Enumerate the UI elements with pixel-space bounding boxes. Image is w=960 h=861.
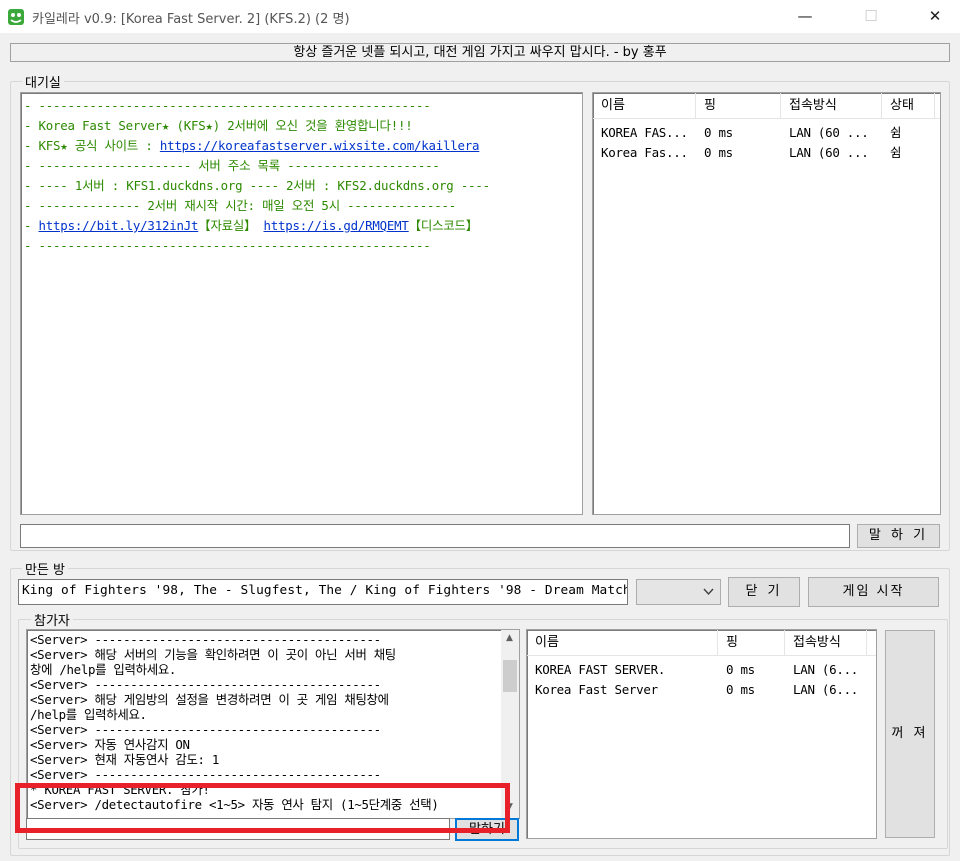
message-link[interactable]: https://is.gd/RMQEMT [264, 218, 409, 233]
close-window-button[interactable]: ✕ [912, 0, 958, 33]
lobby-label: 대기실 [22, 72, 64, 91]
chat-line: <Server> 자동 연사감지 ON [30, 737, 190, 752]
players-label: 참가자 [31, 610, 73, 629]
lobby-user-list[interactable]: 이름 핑 접속방식 상태 KOREA FAS... 0 ms LAN (60 .… [592, 92, 941, 515]
message-link[interactable]: https://bit.ly/312inJt [39, 218, 199, 233]
lobby-message-line: - --------------------- 서버 주소 목록 -------… [24, 156, 582, 176]
lobby-message-panel[interactable]: - --------------------------------------… [20, 92, 583, 515]
message-text: 【디스코드】 [408, 218, 478, 233]
message-text: 【자료실】 [198, 218, 264, 233]
room-label: 만든 방 [22, 559, 69, 578]
app-logo-icon [8, 9, 24, 25]
lobby-message-line: - --------------------------------------… [24, 236, 582, 256]
lobby-message-list: - --------------------------------------… [21, 93, 582, 256]
room-dropdown[interactable] [636, 579, 721, 605]
title-bar[interactable]: 카일레라 v0.9: [Korea Fast Server. 2] (KFS.2… [0, 0, 960, 33]
column-connection[interactable]: 접속방식 [785, 630, 867, 655]
chat-line: <Server> -------------------------------… [30, 677, 381, 692]
message-text: - Korea Fast Server★ (KFS★) 2서버에 오신 것을 환… [24, 118, 413, 133]
lobby-chat-input[interactable] [20, 524, 850, 548]
column-ping[interactable]: 핑 [696, 93, 781, 118]
highlight-box [15, 783, 510, 833]
message-text: - ---- 1서버 : KFS1.duckdns.org ---- 2서버 :… [24, 178, 490, 193]
message-text: - -------------- 2서버 재시작 시간: 매일 오전 5시 --… [24, 198, 457, 213]
lobby-message-line: - KFS★ 공식 사이트 : https://koreafastserver.… [24, 136, 582, 156]
message-text: - [24, 218, 39, 233]
column-name[interactable]: 이름 [527, 630, 718, 655]
column-status[interactable]: 상태 [882, 93, 935, 118]
message-text: - --------------------- 서버 주소 목록 -------… [24, 158, 440, 173]
user-list-header: 이름 핑 접속방식 상태 [593, 93, 940, 119]
kick-button[interactable]: 꺼 져 [885, 630, 935, 838]
lobby-message-line: - ---- 1서버 : KFS1.duckdns.org ---- 2서버 :… [24, 176, 582, 196]
minimize-button[interactable]: — [782, 0, 828, 33]
table-row[interactable]: Korea Fast Server 0 ms LAN (6... [527, 680, 876, 700]
lobby-message-line: - -------------- 2서버 재시작 시간: 매일 오전 5시 --… [24, 196, 582, 216]
window-title: 카일레라 v0.9: [Korea Fast Server. 2] (KFS.2… [32, 12, 350, 27]
message-text: - --------------------------------------… [24, 238, 431, 253]
chat-line: <Server> -------------------------------… [30, 632, 381, 647]
column-connection[interactable]: 접속방식 [781, 93, 882, 118]
message-text: - KFS★ 공식 사이트 : [24, 138, 160, 153]
chevron-down-icon [703, 588, 714, 596]
table-row[interactable]: Korea Fas... 0 ms LAN (60 ... 쉼 [593, 143, 940, 163]
lobby-send-button[interactable]: 말 하 기 [857, 524, 940, 548]
player-list-header: 이름 핑 접속방식 [527, 630, 876, 656]
table-row[interactable]: KOREA FAS... 0 ms LAN (60 ... 쉼 [593, 123, 940, 143]
lobby-message-line: - Korea Fast Server★ (KFS★) 2서버에 오신 것을 환… [24, 116, 582, 136]
chat-line: <Server> 해당 게임방의 설정을 변경하려면 이 곳 게임 채팅창에 [30, 692, 389, 707]
lobby-message-line: - --------------------------------------… [24, 96, 582, 116]
message-text: - --------------------------------------… [24, 98, 431, 113]
table-row[interactable]: KOREA FAST SERVER. 0 ms LAN (6... [527, 660, 876, 680]
scroll-up-icon[interactable]: ▲ [501, 630, 518, 647]
chat-line: /help를 입력하세요. [30, 707, 147, 722]
maximize-button: ☐ [864, 7, 878, 25]
room-player-list[interactable]: 이름 핑 접속방식 KOREA FAST SERVER. 0 ms LAN (6… [526, 629, 877, 839]
room-game-name: King of Fighters '98, The - Slugfest, Th… [22, 583, 628, 598]
game-start-button[interactable]: 게임 시작 [808, 577, 939, 607]
column-ping[interactable]: 핑 [718, 630, 785, 655]
room-game-field[interactable]: King of Fighters '98, The - Slugfest, Th… [18, 579, 628, 605]
chat-line: 창에 /help를 입력하세요. [30, 662, 177, 677]
chat-line: <Server> 현재 자동연사 감도: 1 [30, 752, 220, 767]
lobby-message-line: - https://bit.ly/312inJt【자료실】 https://is… [24, 216, 582, 236]
message-link[interactable]: https://koreafastserver.wixsite.com/kail… [160, 138, 480, 153]
chat-line: <Server> 해당 서버의 기능을 확인하려면 이 곳이 아닌 서버 채팅 [30, 647, 396, 662]
room-close-button[interactable]: 닫 기 [728, 577, 800, 607]
banner-text: 항상 즐거운 넷플 되시고, 대전 게임 가지고 싸우지 맙시다. - by 홍… [10, 43, 950, 62]
chat-line: <Server> -------------------------------… [30, 767, 381, 782]
scrollbar-thumb[interactable] [503, 660, 517, 692]
chat-line: <Server> -------------------------------… [30, 722, 381, 737]
column-name[interactable]: 이름 [593, 93, 696, 118]
